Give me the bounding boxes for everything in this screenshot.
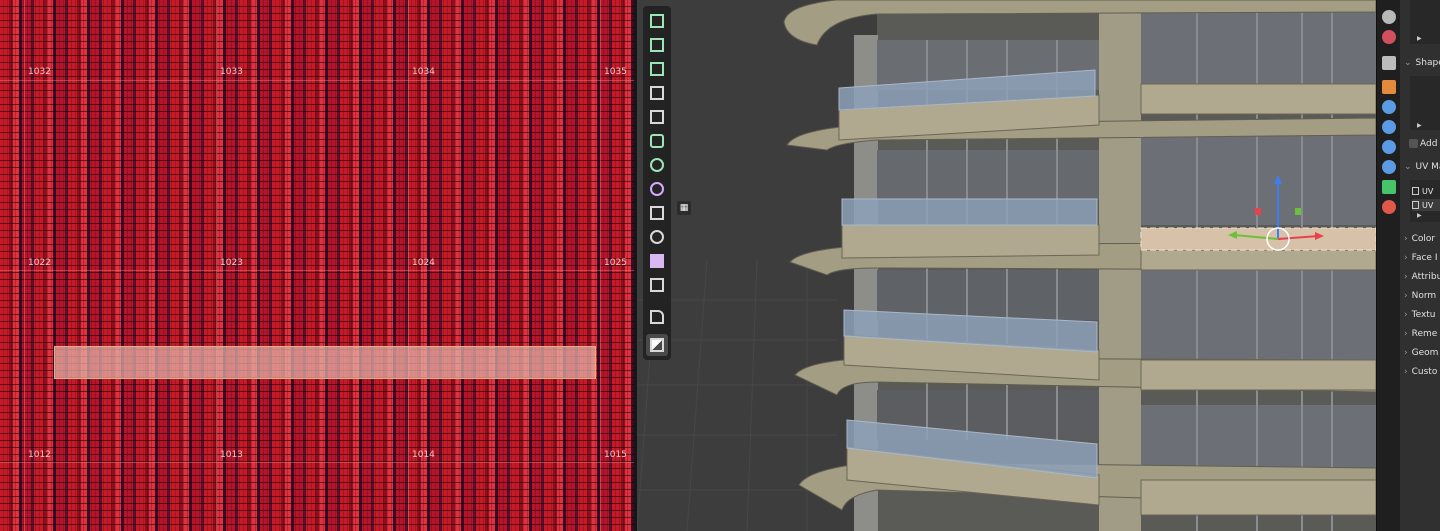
add-rest-label: Add R: [1420, 139, 1440, 149]
loop-cut-icon[interactable]: [646, 130, 668, 152]
extrude-region-icon[interactable]: [646, 34, 668, 56]
panel-texture-space[interactable]: › Textu: [1404, 306, 1440, 324]
uv-map-item[interactable]: UV: [1412, 185, 1440, 197]
spin-icon[interactable]: [646, 202, 668, 224]
udim-tile-label: 1025: [604, 258, 627, 268]
shear-icon[interactable]: [646, 274, 668, 296]
render-tab-icon[interactable]: [1382, 10, 1396, 24]
toggle-sidebar-icon[interactable]: ▦: [677, 201, 691, 215]
expand-arrow-icon[interactable]: ▶: [1417, 35, 1422, 42]
particles-tab-icon[interactable]: [1382, 120, 1396, 134]
tile-gridline: [0, 462, 634, 463]
inset-faces-icon[interactable]: [646, 82, 668, 104]
udim-tile-label: 1023: [220, 258, 243, 268]
extrude-manifold-icon[interactable]: [646, 58, 668, 80]
udim-tile-label: 1014: [412, 450, 435, 460]
udim-tile-label: 1035: [604, 67, 627, 77]
tile-gridline: [0, 80, 634, 81]
chevron-right-icon: ›: [1404, 234, 1408, 244]
chevron-right-icon: ›: [1404, 253, 1408, 263]
chevron-right-icon: ›: [1404, 329, 1408, 339]
udim-tile-label: 1012: [28, 450, 51, 460]
physics-tab-icon[interactable]: [1382, 140, 1396, 154]
selected-face: [1140, 227, 1376, 251]
constraints-tab-icon[interactable]: [1382, 160, 1396, 174]
chevron-right-icon: ›: [1404, 310, 1408, 320]
add-rest-checkbox[interactable]: [1409, 139, 1418, 148]
udim-tile-label: 1022: [28, 258, 51, 268]
udim-tile-label: 1033: [220, 67, 243, 77]
3d-viewport[interactable]: [637, 0, 1376, 531]
annotate-icon[interactable]: [646, 334, 668, 356]
rip-region-icon[interactable]: [646, 306, 668, 328]
properties-panel: ▶ ⌄Shape ▶ Add R ⌄UV Ma UV UV ▶ ›Color ›…: [1400, 0, 1440, 531]
knife-icon[interactable]: [646, 154, 668, 176]
shrink-fatten-icon[interactable]: [646, 250, 668, 272]
bevel-icon[interactable]: [646, 106, 668, 128]
panel-shape-keys[interactable]: ⌄Shape: [1404, 54, 1440, 72]
panel-attributes[interactable]: › Attribu: [1404, 268, 1440, 286]
chevron-right-icon: ›: [1404, 348, 1408, 358]
collection-tab-icon[interactable]: [1382, 56, 1396, 70]
expand-arrow-icon[interactable]: ▶: [1417, 122, 1422, 129]
uv-map-item-selected[interactable]: UV: [1412, 199, 1440, 211]
chevron-right-icon: ›: [1404, 291, 1408, 301]
udim-tile-label: 1024: [412, 258, 435, 268]
chevron-down-icon: ⌄: [1404, 162, 1412, 172]
chevron-right-icon: ›: [1404, 367, 1408, 377]
selected-uv-island[interactable]: [54, 346, 596, 379]
udim-tile-label: 1034: [412, 67, 435, 77]
object-tab-icon[interactable]: [1382, 80, 1396, 94]
chevron-right-icon: ›: [1404, 272, 1408, 282]
panel-color-attributes[interactable]: › Color: [1404, 230, 1440, 248]
move-icon[interactable]: [646, 226, 668, 248]
udim-tile-label: 1013: [220, 450, 243, 460]
uv-map-icon: [1412, 187, 1419, 195]
panel-geometry-data[interactable]: › Geom: [1404, 344, 1440, 362]
material-tab-icon[interactable]: [1382, 200, 1396, 214]
expand-arrow-icon[interactable]: ▶: [1417, 212, 1422, 219]
panel-normals[interactable]: › Norm: [1404, 287, 1440, 305]
shape-keys-list: [1410, 76, 1440, 130]
uv-map-icon: [1412, 201, 1419, 209]
list-area: [1410, 0, 1440, 44]
panel-uv-maps[interactable]: ⌄UV Ma: [1404, 158, 1440, 176]
udim-tile-label: 1015: [604, 450, 627, 460]
panel-face-maps[interactable]: › Face I: [1404, 249, 1440, 267]
poly-build-icon[interactable]: [646, 178, 668, 200]
panel-custom-properties[interactable]: › Custo: [1404, 363, 1440, 381]
modifier-tab-icon[interactable]: [1382, 100, 1396, 114]
building-scene: [637, 0, 1376, 531]
world-tab-icon[interactable]: [1382, 30, 1396, 44]
viewport-toolbar: [643, 6, 671, 360]
chevron-down-icon: ⌄: [1404, 58, 1412, 68]
properties-tabs: [1376, 0, 1401, 531]
add-cube-icon[interactable]: [646, 10, 668, 32]
tile-gridline: [0, 270, 634, 271]
udim-tile-label: 1032: [28, 67, 51, 77]
uv-editor[interactable]: 1032 1033 1034 1035 1022 1023 1024 1025 …: [0, 0, 634, 531]
data-tab-icon[interactable]: [1382, 180, 1396, 194]
panel-remesh[interactable]: › Reme: [1404, 325, 1440, 343]
